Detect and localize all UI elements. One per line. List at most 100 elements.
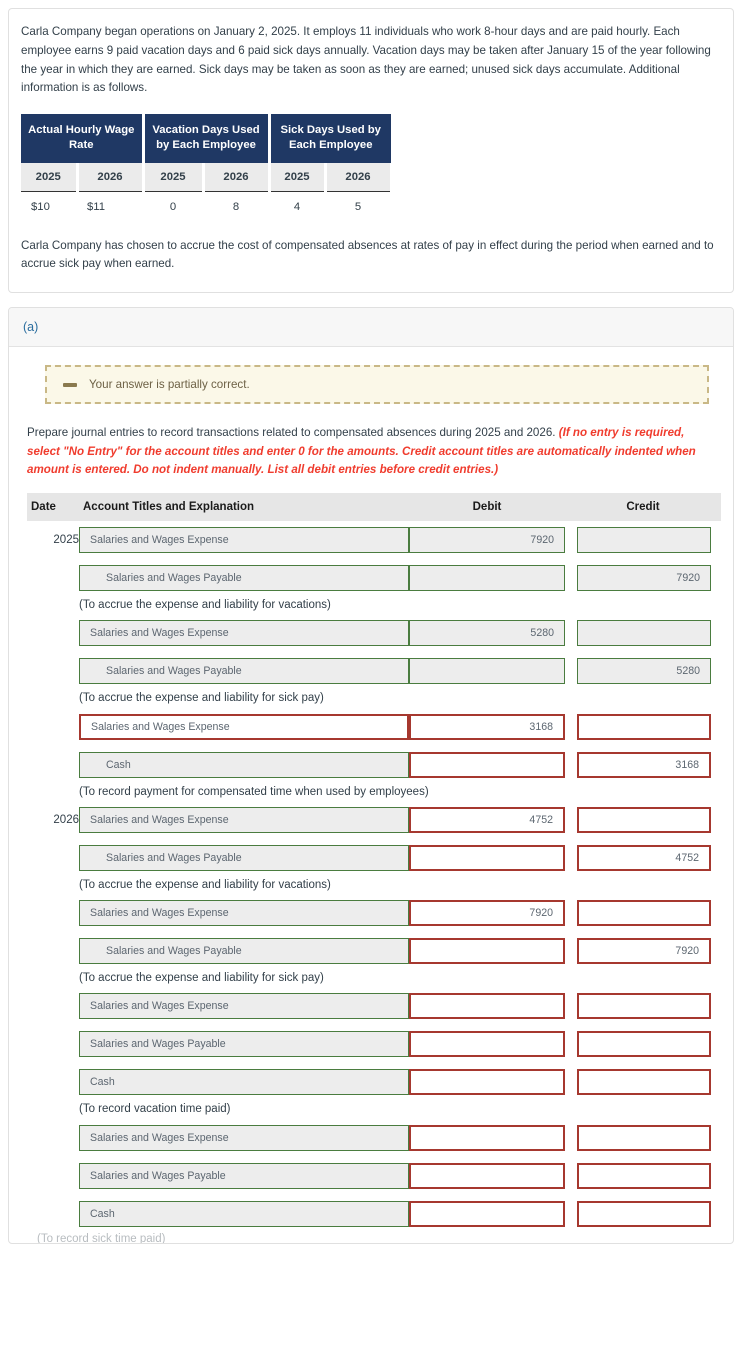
debit-amount-input[interactable] (409, 565, 565, 592)
account-title-input[interactable]: Salaries and Wages Payable (79, 658, 409, 685)
journal-debit-cell (409, 932, 565, 970)
debit-amount-input[interactable] (409, 938, 565, 965)
account-title-input[interactable]: Salaries and Wages Expense (79, 900, 409, 927)
credit-amount-input[interactable] (577, 713, 711, 740)
journal-date-cell (27, 932, 79, 970)
credit-amount-input[interactable] (577, 1031, 711, 1058)
credit-amount-input[interactable] (577, 900, 711, 927)
debit-amount-input[interactable] (409, 658, 565, 685)
credit-amount-input[interactable]: 5280 (577, 658, 711, 685)
debit-amount-input[interactable] (409, 844, 565, 871)
debit-amount-input[interactable] (409, 993, 565, 1020)
journal-account-cell: Cash (79, 746, 409, 784)
journal-debit-cell: 4752 (409, 801, 565, 839)
credit-amount-input[interactable] (577, 620, 711, 647)
journal-memo-text: (To record vacation time paid) (79, 1103, 231, 1116)
column-group-wage-rate: Actual Hourly Wage Rate (21, 114, 145, 163)
value-sick-2025: 4 (269, 191, 325, 219)
data-table-row: $10 $11 0 8 4 5 (21, 191, 391, 219)
account-title-input[interactable]: Salaries and Wages Payable (79, 565, 409, 592)
debit-amount-input[interactable] (409, 1031, 565, 1058)
account-title-input[interactable]: Cash (79, 1069, 409, 1096)
credit-amount-input[interactable] (577, 1162, 711, 1189)
journal-date-cell (27, 614, 79, 652)
value-vacation-2025: 0 (143, 191, 203, 219)
year-header-wage-2026: 2026 (77, 162, 145, 192)
debit-amount-input[interactable] (409, 1162, 565, 1189)
journal-instruction: Prepare journal entries to record transa… (27, 424, 715, 479)
journal-date-cell: 2026 (53, 813, 79, 826)
journal-entry-row: Salaries and Wages Expense 7920 (27, 894, 721, 932)
journal-credit-cell (565, 521, 721, 559)
account-title-input[interactable]: Salaries and Wages Payable (79, 844, 409, 871)
account-title-input[interactable]: Salaries and Wages Expense (79, 806, 409, 833)
journal-debit-cell (409, 1119, 565, 1157)
credit-amount-input[interactable] (577, 1200, 711, 1227)
journal-account-cell: Salaries and Wages Expense (79, 1119, 409, 1157)
journal-credit-cell (565, 708, 721, 746)
journal-date-cell (27, 746, 79, 784)
journal-credit-cell: 7920 (565, 559, 721, 597)
journal-debit-cell (409, 1063, 565, 1101)
debit-amount-input[interactable] (409, 751, 565, 778)
journal-debit-cell (409, 987, 565, 1025)
credit-amount-input[interactable] (577, 993, 711, 1020)
debit-amount-input[interactable] (409, 1069, 565, 1096)
journal-entry-row: Cash 3168 (27, 746, 721, 784)
journal-credit-cell (565, 801, 721, 839)
account-title-input[interactable]: Cash (79, 1200, 409, 1227)
journal-entry-table: Date Account Titles and Explanation Debi… (27, 493, 721, 1233)
debit-amount-input[interactable]: 7920 (409, 900, 565, 927)
debit-amount-input[interactable]: 3168 (409, 713, 565, 740)
journal-account-cell: Salaries and Wages Payable (79, 1157, 409, 1195)
data-table-body: $10 $11 0 8 4 5 (21, 191, 391, 219)
debit-amount-input[interactable]: 4752 (409, 806, 565, 833)
journal-header-row: Date Account Titles and Explanation Debi… (27, 493, 721, 522)
account-title-input[interactable]: Salaries and Wages Expense (79, 1124, 409, 1151)
journal-entry-row: Salaries and Wages Expense (27, 1119, 721, 1157)
account-title-input[interactable]: Salaries and Wages Expense (79, 527, 409, 554)
account-title-input[interactable]: Salaries and Wages Expense (79, 620, 409, 647)
column-group-sick-days: Sick Days Used by Each Employee (269, 114, 391, 163)
data-table-head: Actual Hourly Wage Rate Vacation Days Us… (21, 114, 393, 192)
journal-entry-row: Cash (27, 1195, 721, 1233)
memo-spacer-cell (27, 690, 79, 707)
value-wage-2026: $11 (77, 191, 143, 219)
journal-credit-cell (565, 1119, 721, 1157)
credit-amount-input[interactable] (577, 806, 711, 833)
account-title-input[interactable]: Cash (79, 751, 409, 778)
debit-amount-input[interactable]: 5280 (409, 620, 565, 647)
debit-amount-input[interactable] (409, 1200, 565, 1227)
credit-amount-input[interactable] (577, 1124, 711, 1151)
journal-col-credit: Credit (565, 493, 721, 522)
credit-amount-input[interactable]: 7920 (577, 565, 711, 592)
journal-debit-cell (409, 1157, 565, 1195)
journal-debit-cell (409, 746, 565, 784)
year-header-vacation-2025: 2025 (143, 162, 205, 192)
journal-entry-table-wrapper: Date Account Titles and Explanation Debi… (27, 493, 721, 1233)
journal-credit-cell (565, 1195, 721, 1233)
journal-col-account: Account Titles and Explanation (79, 493, 409, 522)
journal-credit-cell: 3168 (565, 746, 721, 784)
debit-amount-input[interactable]: 7920 (409, 527, 565, 554)
memo-spacer-cell (27, 784, 79, 801)
journal-entry-row: Salaries and Wages Payable 7920 (27, 559, 721, 597)
account-title-input[interactable]: Salaries and Wages Expense (79, 713, 409, 740)
problem-statement-card: Carla Company began operations on Januar… (8, 8, 734, 294)
journal-debit-cell (409, 1195, 565, 1233)
debit-amount-input[interactable] (409, 1124, 565, 1151)
credit-amount-input[interactable] (577, 1069, 711, 1096)
account-title-input[interactable]: Salaries and Wages Payable (79, 1031, 409, 1058)
credit-amount-input[interactable]: 3168 (577, 751, 711, 778)
column-group-vacation-days: Vacation Days Used by Each Employee (143, 114, 271, 163)
account-title-input[interactable]: Salaries and Wages Payable (79, 938, 409, 965)
credit-amount-input[interactable] (577, 527, 711, 554)
account-title-input[interactable]: Salaries and Wages Payable (79, 1162, 409, 1189)
journal-date-cell (27, 839, 79, 877)
journal-debit-cell (409, 1025, 565, 1063)
credit-amount-input[interactable]: 7920 (577, 938, 711, 965)
minus-dash-icon (63, 382, 77, 387)
account-title-input[interactable]: Salaries and Wages Expense (79, 993, 409, 1020)
credit-amount-input[interactable]: 4752 (577, 844, 711, 871)
journal-table-head: Date Account Titles and Explanation Debi… (27, 493, 721, 522)
